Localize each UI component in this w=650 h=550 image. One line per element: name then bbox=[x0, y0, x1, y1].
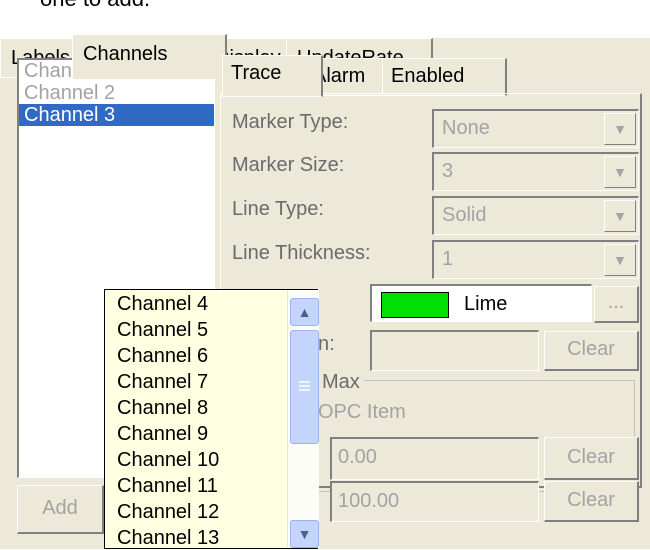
channel-dropdown-list[interactable]: Channel 4 Channel 5 Channel 6 Channel 7 … bbox=[104, 289, 319, 550]
min-value: 0.00 bbox=[338, 446, 377, 468]
grip-line bbox=[299, 381, 310, 383]
list-item[interactable]: Channel 2 bbox=[19, 82, 214, 104]
opc-item-label: OPC Item bbox=[318, 401, 406, 423]
dropdown-option[interactable]: Channel 11 bbox=[117, 475, 218, 498]
marker-type-label: Marker Type: bbox=[232, 111, 349, 133]
line-thickness-label: Line Thickness: bbox=[232, 242, 371, 264]
grip-line bbox=[299, 385, 310, 387]
dropdown-scrollbar[interactable]: ▲ ▼ bbox=[287, 290, 319, 548]
color-name: Lime bbox=[464, 293, 508, 315]
marker-size-select[interactable]: 3 ▼ bbox=[432, 152, 639, 191]
min-max-group-label: Max bbox=[318, 371, 364, 394]
item-field[interactable] bbox=[370, 330, 539, 371]
line-thickness-value: 1 bbox=[442, 248, 454, 270]
chevron-down-icon[interactable]: ▼ bbox=[290, 520, 319, 548]
max-value-field[interactable]: 100.00 bbox=[330, 481, 539, 522]
tab-trace[interactable]: Trace bbox=[222, 55, 323, 97]
max-value: 100.00 bbox=[338, 490, 400, 512]
chevron-down-icon[interactable]: ▼ bbox=[604, 156, 636, 188]
color-picker-button[interactable]: ... bbox=[594, 286, 639, 323]
color-field[interactable]: Lime bbox=[370, 284, 592, 322]
dropdown-option[interactable]: Channel 10 bbox=[117, 449, 219, 472]
dropdown-option[interactable]: Channel 8 bbox=[117, 397, 208, 420]
dropdown-option[interactable]: Channel 4 bbox=[117, 293, 208, 316]
dropdown-option[interactable]: Channel 6 bbox=[117, 345, 208, 368]
tab-channels[interactable]: Channels bbox=[72, 34, 227, 79]
marker-size-label: Marker Size: bbox=[232, 154, 345, 176]
item-label-fragment: n: bbox=[318, 333, 335, 355]
grip-line bbox=[299, 389, 310, 391]
chevron-up-icon[interactable]: ▲ bbox=[290, 298, 319, 326]
dropdown-option[interactable]: Channel 13 bbox=[117, 527, 219, 550]
line-type-select[interactable]: Solid ▼ bbox=[432, 196, 639, 235]
dropdown-option[interactable]: Channel 9 bbox=[117, 423, 208, 446]
marker-type-value: None bbox=[442, 117, 490, 139]
dropdown-option[interactable]: Channel 12 bbox=[117, 501, 219, 524]
tab-enabled[interactable]: Enabled bbox=[382, 58, 507, 96]
line-type-label: Line Type: bbox=[232, 198, 324, 220]
list-item-selected[interactable]: Channel 3 bbox=[19, 104, 214, 126]
add-button[interactable]: Add bbox=[17, 485, 104, 534]
dropdown-option[interactable]: Channel 7 bbox=[117, 371, 208, 394]
line-thickness-select[interactable]: 1 ▼ bbox=[432, 240, 639, 279]
clear-button[interactable]: Clear bbox=[544, 331, 639, 371]
scrollbar-thumb[interactable] bbox=[290, 330, 319, 444]
clear-min-button[interactable]: Clear bbox=[544, 437, 639, 480]
dropdown-option[interactable]: Channel 5 bbox=[117, 319, 208, 342]
clear-max-button[interactable]: Clear bbox=[544, 481, 639, 522]
min-value-field[interactable]: 0.00 bbox=[330, 437, 539, 480]
color-swatch bbox=[381, 292, 449, 318]
marker-size-value: 3 bbox=[442, 160, 454, 182]
marker-type-select[interactable]: None ▼ bbox=[432, 109, 639, 148]
chevron-down-icon[interactable]: ▼ bbox=[604, 113, 636, 145]
clipped-caption-text: one to add. bbox=[40, 0, 150, 12]
chevron-down-icon[interactable]: ▼ bbox=[604, 200, 636, 232]
line-type-value: Solid bbox=[442, 204, 487, 226]
chevron-down-icon[interactable]: ▼ bbox=[604, 244, 636, 276]
